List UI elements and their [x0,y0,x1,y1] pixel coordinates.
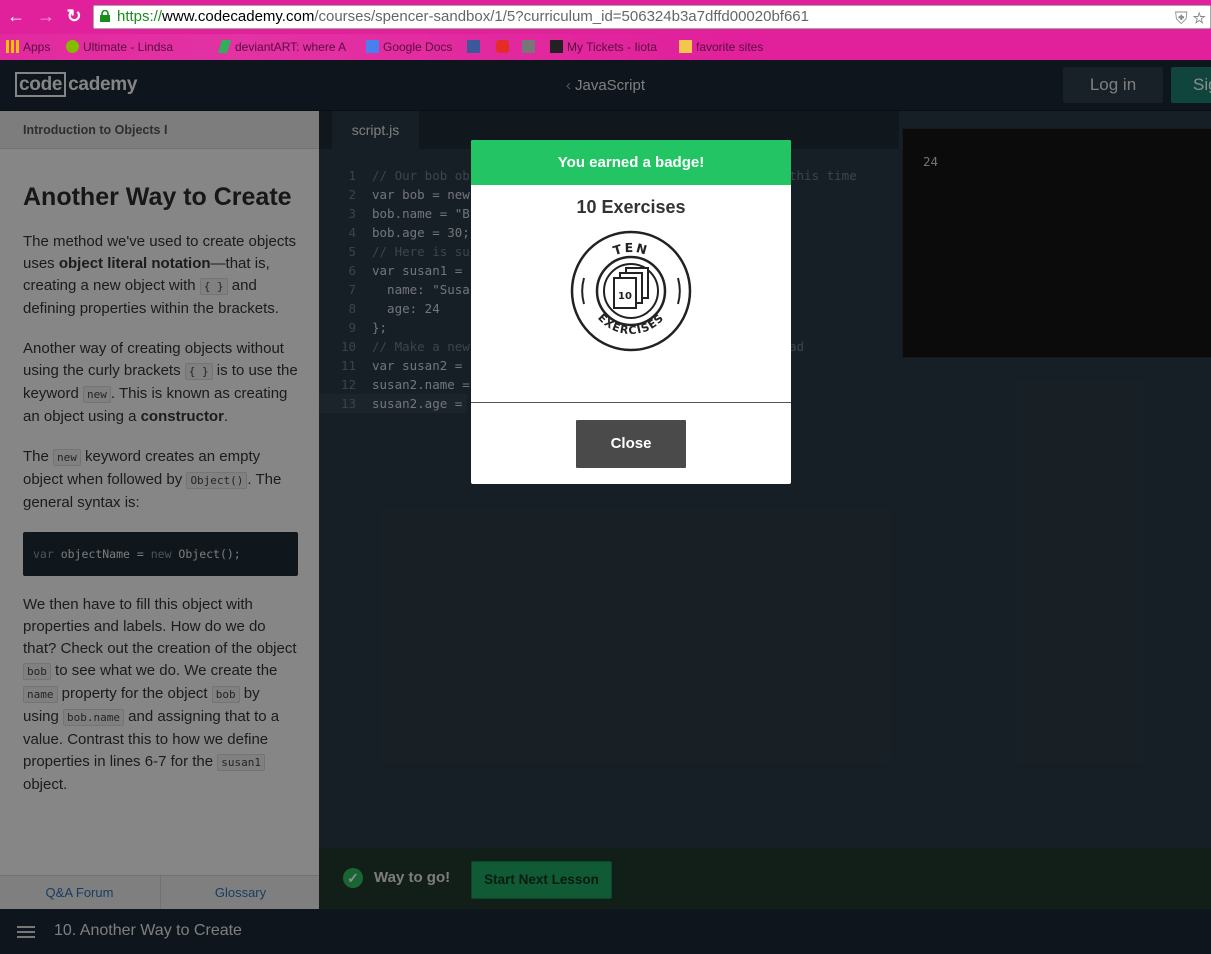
bookmark-item[interactable] [522,38,539,56]
youtube-icon [496,40,509,53]
forward-arrow-icon[interactable]: → [36,6,56,26]
spotify-icon [66,40,79,53]
svg-text:EXERCISES: EXERCISES [595,311,666,337]
bookmark-item[interactable] [496,38,513,56]
bookmark-item[interactable]: Apps [6,38,50,56]
badge-modal: You earned a badge! 10 Exercises TEN EXE… [471,140,791,484]
back-arrow-icon[interactable]: ← [6,6,26,26]
bookmark-label: deviantART: where A [235,40,347,54]
bookmark-label: Google Docs [383,40,453,54]
modal-divider [471,402,791,403]
facebook-icon [467,40,480,53]
bookmark-item[interactable]: My Tickets - Iiota [550,38,657,56]
modal-header: You earned a badge! [471,140,791,185]
bookmark-item[interactable] [467,38,484,56]
close-button[interactable]: Close [576,420,686,468]
shield-icon[interactable]: ⛨ [1175,9,1188,28]
svg-text:TEN: TEN [611,240,650,258]
bookmark-item[interactable]: Ultimate - Lindsa [66,38,173,56]
url-host: www.codecademy.com [162,8,315,25]
bookmark-item[interactable]: deviantART: where A [218,38,346,56]
bookmark-label: favorite sites [696,40,764,54]
badge-bottom-text: EXERCISES [595,311,665,337]
badge-name: 10 Exercises [576,197,686,217]
address-bar[interactable]: https://www.codecademy.com/courses/spenc… [93,5,1211,29]
lock-icon [100,10,110,22]
badge-number: 10 [618,291,632,302]
badge-top-text: TEN [611,240,648,258]
google-docs-icon [366,40,379,53]
browser-toolbar: ← → ↻ https://www.codecademy.com/courses… [0,0,1211,34]
bookmark-item[interactable]: favorite sites [679,38,763,56]
building-icon [522,40,535,53]
bookmark-label: My Tickets - Iiota [567,40,658,54]
url-path: /courses/spencer-sandbox/1/5?curriculum_… [314,8,809,25]
bookmark-label: Ultimate - Lindsa [83,40,174,54]
reload-icon[interactable]: ↻ [64,6,84,26]
ticket-icon [550,40,563,53]
star-icon[interactable]: ☆ [1192,9,1206,28]
deviantart-icon [218,40,231,53]
bookmark-item[interactable]: Google Docs [366,38,452,56]
bookmarks-bar: Apps Ultimate - Lindsa deviantART: where A… [0,34,1211,60]
ten-exercises-badge-icon: TEN EXERCISES 10 [570,230,692,352]
folder-icon [679,40,692,53]
bookmark-label: Apps [23,40,51,54]
apps-grid-icon [6,40,19,53]
url-scheme: https:// [117,8,163,25]
